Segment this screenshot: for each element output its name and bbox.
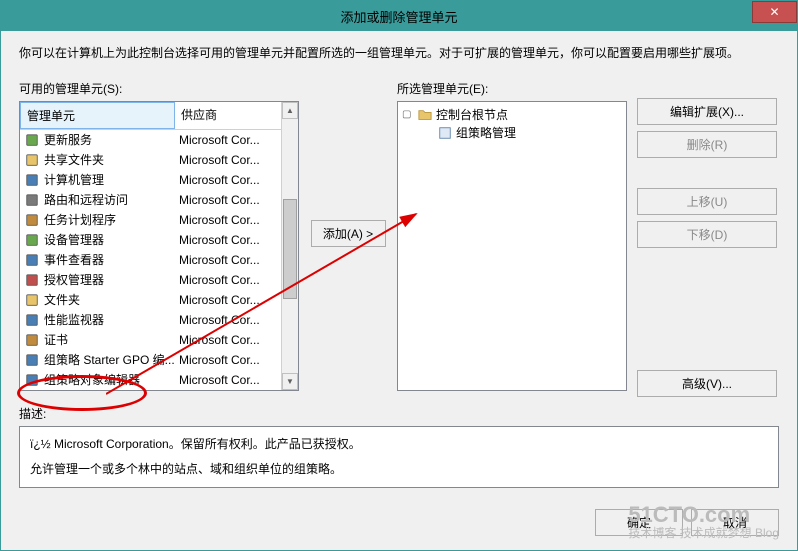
snapin-icon [24,292,40,308]
tree-root-label: 控制台根节点 [436,106,508,123]
snapin-name: 共享文件夹 [44,151,179,168]
titlebar: 添加或删除管理单元 ✕ [1,1,797,31]
snapin-name: 更新服务 [44,131,179,148]
dialog-content: 你可以在计算机上为此控制台选择可用的管理单元并配置所选的一组管理单元。对于可扩展… [1,31,797,502]
snapin-icon [24,352,40,368]
close-icon: ✕ [769,5,779,19]
snapin-name: 授权管理器 [44,271,179,288]
snapin-icon [24,272,40,288]
folder-icon [418,108,432,122]
description-label: 描述: [19,405,779,422]
list-item[interactable]: 文件夹Microsoft Cor... [20,290,298,310]
list-item[interactable]: 证书Microsoft Cor... [20,330,298,350]
tree-child[interactable]: 组策略管理 [402,124,622,142]
description-line2: 允许管理一个或多个林中的站点、域和组织单位的组策略。 [30,460,768,479]
close-button[interactable]: ✕ [752,1,797,23]
add-button[interactable]: 添加(A) > [311,220,386,247]
scrollbar[interactable]: ▲ ▼ [281,102,298,390]
list-item[interactable]: 设备管理器Microsoft Cor... [20,230,298,250]
column-header-name[interactable]: 管理单元 [20,102,175,129]
column-header-vendor[interactable]: 供应商 [175,102,298,129]
dialog-footer: 确定 取消 [595,509,779,536]
list-item[interactable]: 共享文件夹Microsoft Cor... [20,150,298,170]
selected-snapins-tree[interactable]: ▢ 控制台根节点 组策略管理 [397,101,627,391]
snapin-name: 计算机管理 [44,171,179,188]
tree-root[interactable]: ▢ 控制台根节点 [402,106,622,124]
list-item[interactable]: 性能监视器Microsoft Cor... [20,310,298,330]
description-line1: ï¿½ Microsoft Corporation。保留所有权利。此产品已获授权… [30,435,768,454]
snapin-name: 证书 [44,331,179,348]
list-item[interactable]: 授权管理器Microsoft Cor... [20,270,298,290]
list-item[interactable]: 组策略 Starter GPO 编...Microsoft Cor... [20,350,298,370]
snapin-icon [24,312,40,328]
available-snapins-list[interactable]: 管理单元 供应商 更新服务Microsoft Cor...共享文件夹Micros… [19,101,299,391]
snapin-name: 组策略对象编辑器 [44,371,179,388]
snapin-icon [24,192,40,208]
cancel-button[interactable]: 取消 [691,509,779,536]
snapin-name: 事件查看器 [44,251,179,268]
scroll-track[interactable] [282,119,298,373]
edit-extensions-button[interactable]: 编辑扩展(X)... [637,98,777,125]
tree-expander-icon[interactable]: ▢ [402,109,414,120]
list-item[interactable]: 路由和远程访问Microsoft Cor... [20,190,298,210]
snapin-name: 路由和远程访问 [44,191,179,208]
snapin-icon [24,172,40,188]
list-item[interactable]: 更新服务Microsoft Cor... [20,130,298,150]
intro-text: 你可以在计算机上为此控制台选择可用的管理单元并配置所选的一组管理单元。对于可扩展… [19,45,779,62]
window-title: 添加或删除管理单元 [340,7,457,26]
remove-button[interactable]: 删除(R) [637,131,777,158]
snapin-icon [24,132,40,148]
list-header: 管理单元 供应商 [20,102,298,130]
scroll-thumb[interactable] [283,199,297,299]
move-down-button[interactable]: 下移(D) [637,221,777,248]
snapin-name: 组策略 Starter GPO 编... [44,351,179,368]
snapin-icon [24,212,40,228]
move-up-button[interactable]: 上移(U) [637,188,777,215]
advanced-button[interactable]: 高级(V)... [637,370,777,397]
snapin-icon [24,232,40,248]
list-item[interactable]: 任务计划程序Microsoft Cor... [20,210,298,230]
snapin-icon [24,332,40,348]
list-item[interactable]: 组策略对象编辑器Microsoft Cor... [20,370,298,390]
snapin-icon [24,152,40,168]
snapin-name: 任务计划程序 [44,211,179,228]
ok-button[interactable]: 确定 [595,509,683,536]
available-label: 可用的管理单元(S): [19,80,299,97]
snapin-icon [438,126,452,140]
list-item[interactable]: 计算机管理Microsoft Cor... [20,170,298,190]
scroll-down-button[interactable]: ▼ [282,373,298,390]
description-box: ï¿½ Microsoft Corporation。保留所有权利。此产品已获授权… [19,426,779,488]
list-item[interactable]: 事件查看器Microsoft Cor... [20,250,298,270]
snapin-icon [24,372,40,388]
dialog-window: 添加或删除管理单元 ✕ 你可以在计算机上为此控制台选择可用的管理单元并配置所选的… [0,0,798,551]
selected-label: 所选管理单元(E): [397,80,627,97]
scroll-up-button[interactable]: ▲ [282,102,298,119]
snapin-icon [24,252,40,268]
snapin-name: 设备管理器 [44,231,179,248]
tree-child-label: 组策略管理 [456,124,516,141]
snapin-name: 性能监视器 [44,311,179,328]
snapin-name: 文件夹 [44,291,179,308]
